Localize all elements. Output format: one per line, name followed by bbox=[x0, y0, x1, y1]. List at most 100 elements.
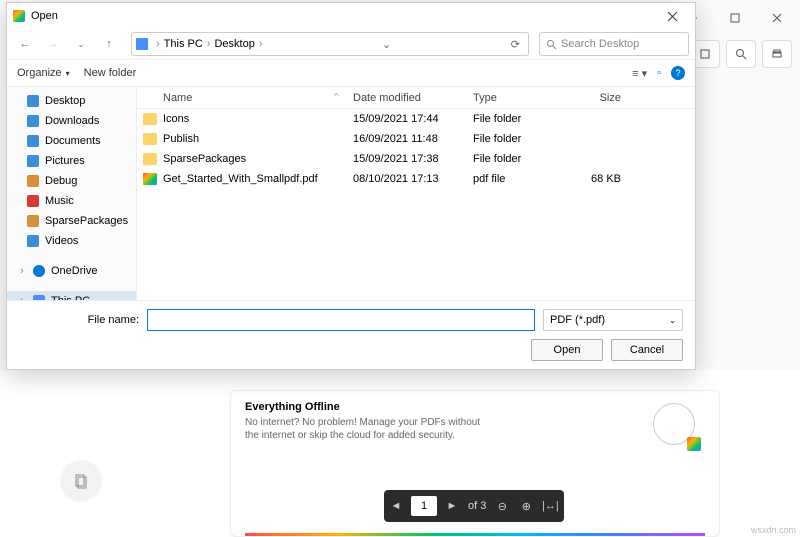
file-row[interactable]: Get_Started_With_Smallpdf.pdf 08/10/2021 … bbox=[137, 169, 695, 189]
refresh-icon[interactable]: ⟳ bbox=[507, 38, 524, 51]
col-date[interactable]: Date modified bbox=[347, 92, 467, 104]
sidebar-item-videos[interactable]: Videos bbox=[7, 231, 136, 251]
watermark: wsxdn.com bbox=[751, 525, 796, 535]
new-folder-button[interactable]: New folder bbox=[84, 67, 137, 79]
preview-button[interactable]: ▫ bbox=[657, 67, 661, 79]
file-date: 15/09/2021 17:38 bbox=[347, 153, 467, 165]
close-icon[interactable] bbox=[655, 5, 689, 27]
address-dropdown-icon[interactable]: ⌄ bbox=[378, 38, 395, 51]
pc-icon bbox=[136, 38, 148, 50]
next-page-button[interactable]: ► bbox=[440, 494, 464, 518]
card-title: Everything Offline bbox=[245, 401, 705, 413]
col-type[interactable]: Type bbox=[467, 92, 557, 104]
card-body: No internet? No problem! Manage your PDF… bbox=[245, 416, 485, 442]
search-icon bbox=[546, 39, 557, 50]
sidebar-item-label: Music bbox=[45, 195, 74, 207]
folder-icon bbox=[27, 235, 39, 247]
zoom-in-button[interactable]: ⊕ bbox=[514, 494, 538, 518]
bg-close-button[interactable] bbox=[760, 4, 794, 32]
rainbow-divider bbox=[245, 533, 705, 536]
folder-icon bbox=[27, 135, 39, 147]
file-type: File folder bbox=[467, 153, 557, 165]
bg-search-button[interactable] bbox=[726, 40, 756, 68]
col-name[interactable]: Name⌃ bbox=[137, 91, 347, 104]
sidebar-item-label: Downloads bbox=[45, 115, 99, 127]
sidebar: Desktop Downloads Documents Pictures Debug Mu… bbox=[7, 87, 137, 300]
sidebar-item-sparsepackages[interactable]: SparsePackages bbox=[7, 211, 136, 231]
recent-button[interactable]: ⌄ bbox=[69, 33, 93, 55]
folder-icon bbox=[143, 133, 157, 145]
sidebar-item-documents[interactable]: Documents bbox=[7, 131, 136, 151]
bg-toolbar bbox=[690, 36, 800, 72]
help-button[interactable]: ? bbox=[671, 66, 685, 80]
open-file-dialog: Open ← → ⌄ ↑ › This PC › Desktop › ⌄ ⟳ S… bbox=[6, 2, 696, 370]
filename-input[interactable] bbox=[147, 309, 535, 331]
prev-page-button[interactable]: ◄ bbox=[384, 494, 408, 518]
pdf-reader-bar: ◄ 1 ► of 3 ⊖ ⊕ |↔| bbox=[384, 490, 564, 522]
filename-label: File name: bbox=[19, 314, 139, 326]
file-date: 16/09/2021 11:48 bbox=[347, 133, 467, 145]
bg-maximize-button[interactable] bbox=[718, 4, 752, 32]
dialog-title: Open bbox=[31, 10, 58, 22]
dialog-titlebar: Open bbox=[7, 3, 695, 29]
sidebar-item-pictures[interactable]: Pictures bbox=[7, 151, 136, 171]
open-button[interactable]: Open bbox=[531, 339, 603, 361]
sidebar-item-label: Documents bbox=[45, 135, 101, 147]
search-placeholder: Search Desktop bbox=[561, 38, 639, 50]
folder-icon bbox=[143, 113, 157, 125]
col-size[interactable]: Size bbox=[557, 92, 627, 104]
address-bar[interactable]: › This PC › Desktop › ⌄ ⟳ bbox=[131, 32, 529, 56]
folder-icon bbox=[27, 195, 39, 207]
file-date: 15/09/2021 17:44 bbox=[347, 113, 467, 125]
fab-button[interactable] bbox=[60, 460, 102, 502]
file-type: File folder bbox=[467, 113, 557, 125]
bg-print-button[interactable] bbox=[762, 40, 792, 68]
search-input[interactable]: Search Desktop bbox=[539, 32, 689, 56]
view-button[interactable]: ≡ ▾ bbox=[632, 67, 647, 80]
folder-icon bbox=[27, 95, 39, 107]
column-headers: Name⌃ Date modified Type Size bbox=[137, 87, 695, 109]
file-name: Get_Started_With_Smallpdf.pdf bbox=[163, 173, 318, 185]
sidebar-item-label: Debug bbox=[45, 175, 77, 187]
folder-icon bbox=[27, 155, 39, 167]
file-type: File folder bbox=[467, 133, 557, 145]
organize-button[interactable]: Organize▾ bbox=[17, 67, 70, 79]
file-list: Name⌃ Date modified Type Size Icons 15/09… bbox=[137, 87, 695, 300]
sidebar-item-label: Pictures bbox=[45, 155, 85, 167]
sidebar-item-desktop[interactable]: Desktop bbox=[7, 91, 136, 111]
crumb-root[interactable]: This PC bbox=[164, 38, 203, 50]
cancel-button[interactable]: Cancel bbox=[611, 339, 683, 361]
folder-icon bbox=[27, 115, 39, 127]
file-name: SparsePackages bbox=[163, 153, 246, 165]
sidebar-item-thispc[interactable]: ›This PC bbox=[7, 291, 136, 300]
forward-button[interactable]: → bbox=[41, 33, 65, 55]
page-number[interactable]: 1 bbox=[411, 496, 437, 516]
file-row[interactable]: Icons 15/09/2021 17:44File folder bbox=[137, 109, 695, 129]
back-button[interactable]: ← bbox=[13, 33, 37, 55]
folder-icon bbox=[143, 153, 157, 165]
filetype-select[interactable]: PDF (*.pdf)⌄ bbox=[543, 309, 683, 331]
sidebar-item-downloads[interactable]: Downloads bbox=[7, 111, 136, 131]
file-date: 08/10/2021 17:13 bbox=[347, 173, 467, 185]
page-count: of 3 bbox=[464, 500, 490, 512]
zoom-out-button[interactable]: ⊖ bbox=[490, 494, 514, 518]
fit-button[interactable]: |↔| bbox=[538, 494, 562, 518]
crumb-folder[interactable]: Desktop bbox=[214, 38, 254, 50]
sidebar-item-debug[interactable]: Debug bbox=[7, 171, 136, 191]
file-row[interactable]: Publish 16/09/2021 11:48File folder bbox=[137, 129, 695, 149]
dialog-nav: ← → ⌄ ↑ › This PC › Desktop › ⌄ ⟳ Search… bbox=[7, 29, 695, 59]
sidebar-item-music[interactable]: Music bbox=[7, 191, 136, 211]
sidebar-item-label: SparsePackages bbox=[45, 215, 128, 227]
app-icon bbox=[13, 10, 25, 22]
sidebar-item-onedrive[interactable]: ›OneDrive bbox=[7, 261, 136, 281]
dialog-footer: File name: PDF (*.pdf)⌄ Open Cancel bbox=[7, 300, 695, 369]
file-name: Publish bbox=[163, 133, 199, 145]
up-button[interactable]: ↑ bbox=[97, 33, 121, 55]
sidebar-item-label: Videos bbox=[45, 235, 78, 247]
file-name: Icons bbox=[163, 113, 189, 125]
sidebar-item-label: Desktop bbox=[45, 95, 85, 107]
pdf-icon bbox=[143, 173, 157, 185]
file-size: 68 KB bbox=[557, 173, 627, 185]
file-row[interactable]: SparsePackages 15/09/2021 17:38File folde… bbox=[137, 149, 695, 169]
onedrive-icon bbox=[33, 265, 45, 277]
